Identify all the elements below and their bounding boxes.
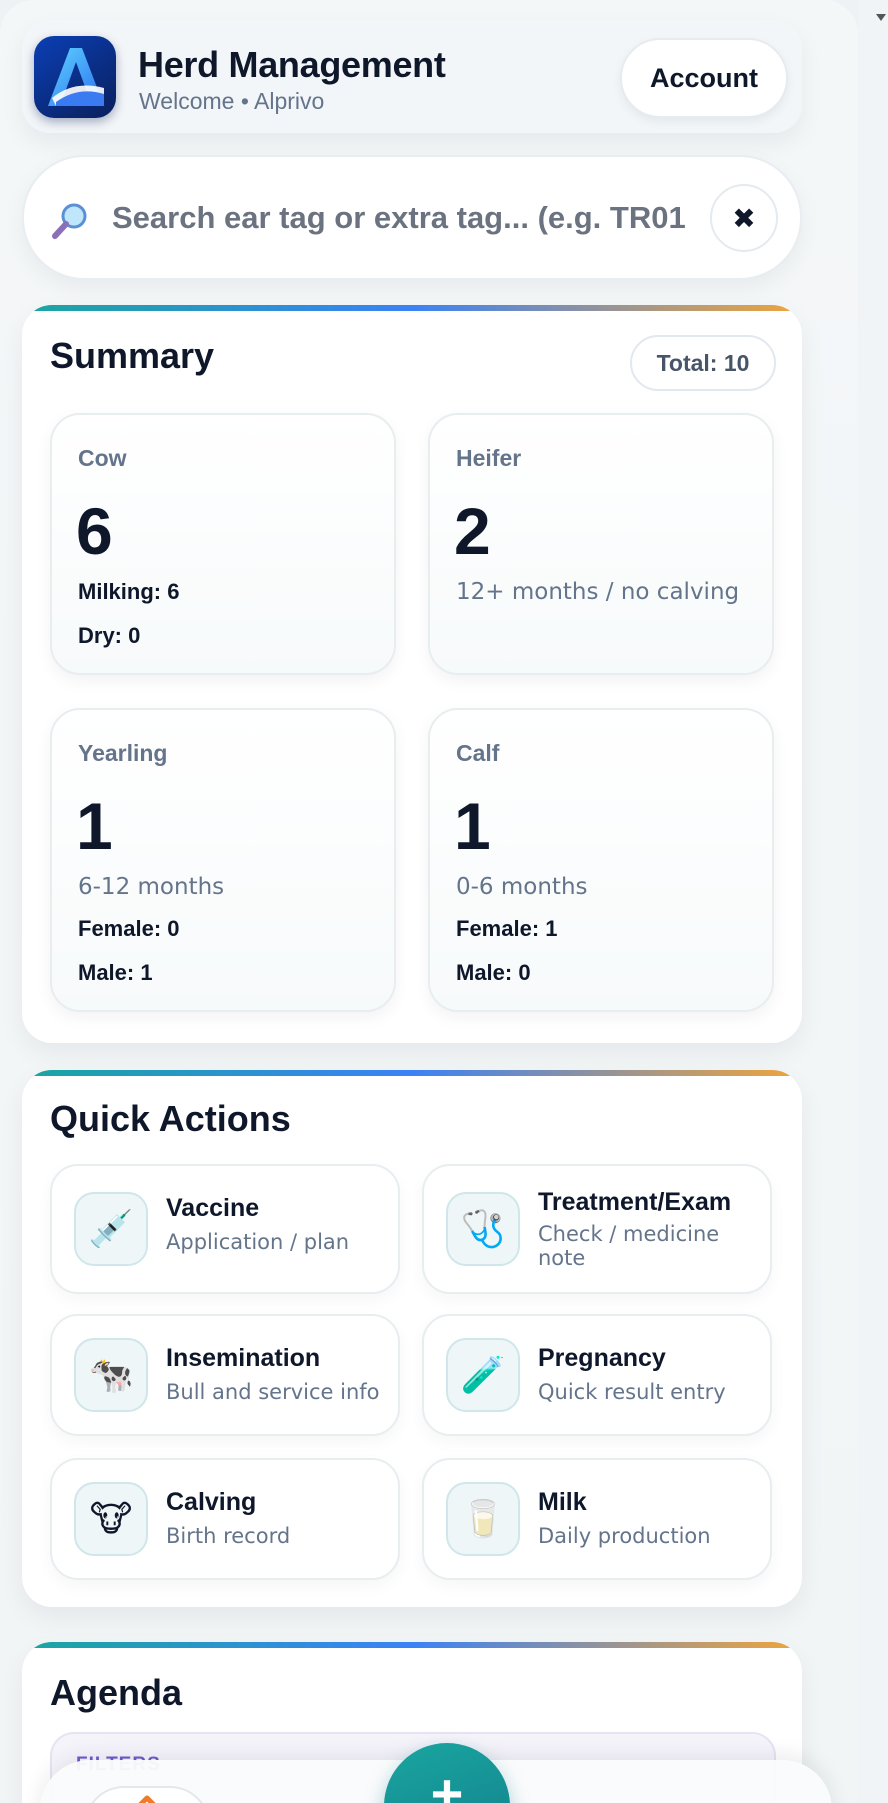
action-desc: Quick result entry xyxy=(538,1380,726,1404)
stat-note: 6-12 months xyxy=(78,874,225,900)
summary-section: Summary Total: 10 Cow 6 Milking: 6 Dry: … xyxy=(22,305,802,1043)
close-icon: ✖ xyxy=(732,202,756,234)
syringe-icon: 💉 xyxy=(74,1192,148,1266)
action-desc: Application / plan xyxy=(166,1230,350,1254)
app-header: Herd Management Welcome • Alprivo Accoun… xyxy=(22,20,802,133)
action-title: Treatment/Exam xyxy=(538,1188,732,1216)
action-title: Insemination xyxy=(166,1344,321,1372)
plus-icon: + xyxy=(430,1762,464,1803)
stat-label: Yearling xyxy=(78,740,168,766)
quick-actions-section: Quick Actions 💉 Vaccine Application / pl… xyxy=(22,1070,802,1607)
stat-card-cow[interactable]: Cow 6 Milking: 6 Dry: 0 xyxy=(50,413,396,675)
window-scroll-edge xyxy=(858,0,888,1803)
stat-label: Heifer xyxy=(456,445,522,471)
summary-title: Summary xyxy=(50,335,215,376)
action-milk-button[interactable]: 🥛 Milk Daily production xyxy=(422,1458,772,1580)
home-icon xyxy=(138,1795,156,1803)
male-count: Male: 1 xyxy=(78,960,153,985)
stat-value: 2 xyxy=(454,494,491,568)
magnifier-icon xyxy=(52,203,87,239)
action-calving-button[interactable]: 🐮 Calving Birth record xyxy=(50,1458,400,1580)
action-insemination-button[interactable]: 🐄 Insemination Bull and service info xyxy=(50,1314,400,1436)
action-title: Vaccine xyxy=(166,1194,260,1222)
nav-home-button[interactable] xyxy=(84,1786,210,1803)
milking-count: Milking: 6 xyxy=(78,579,180,604)
stat-note: 12+ months / no calving xyxy=(456,579,740,605)
action-title: Milk xyxy=(538,1488,587,1516)
stat-value: 1 xyxy=(76,789,113,863)
action-desc: Daily production xyxy=(538,1524,711,1548)
dry-count: Dry: 0 xyxy=(78,623,141,648)
stat-card-yearling[interactable]: Yearling 1 6-12 months Female: 0 Male: 1 xyxy=(50,708,396,1012)
stat-note: 0-6 months xyxy=(456,874,588,900)
scroll-caret-icon[interactable] xyxy=(876,14,886,21)
milk-glass-icon: 🥛 xyxy=(446,1482,520,1556)
cow-face-icon: 🐮 xyxy=(74,1482,148,1556)
test-tube-icon: 🧪 xyxy=(446,1338,520,1412)
app-subtitle: Welcome • Alprivo xyxy=(139,88,325,114)
account-button[interactable]: Account xyxy=(620,38,788,118)
stat-value: 6 xyxy=(76,494,113,568)
quick-actions-title: Quick Actions xyxy=(50,1098,291,1139)
search-input[interactable] xyxy=(112,187,712,249)
male-count: Male: 0 xyxy=(456,960,531,985)
action-desc: Check / medicine note xyxy=(538,1222,720,1270)
female-count: Female: 1 xyxy=(456,916,558,941)
action-title: Calving xyxy=(166,1488,257,1516)
action-desc: Bull and service info xyxy=(166,1380,380,1404)
stat-label: Calf xyxy=(456,740,500,766)
clear-search-button[interactable]: ✖ xyxy=(710,184,778,252)
action-desc: Birth record xyxy=(166,1524,291,1548)
stat-value: 1 xyxy=(454,789,491,863)
action-treatment-button[interactable]: 🩺 Treatment/Exam Check / medicine note xyxy=(422,1164,772,1294)
app-title: Herd Management xyxy=(138,44,446,85)
app-shell: Herd Management Welcome • Alprivo Accoun… xyxy=(0,0,858,1803)
action-pregnancy-button[interactable]: 🧪 Pregnancy Quick result entry xyxy=(422,1314,772,1436)
app-logo-icon xyxy=(34,36,116,118)
stat-card-calf[interactable]: Calf 1 0-6 months Female: 1 Male: 0 xyxy=(428,708,774,1012)
cow-icon: 🐄 xyxy=(74,1338,148,1412)
stethoscope-icon: 🩺 xyxy=(446,1192,520,1266)
action-vaccine-button[interactable]: 💉 Vaccine Application / plan xyxy=(50,1164,400,1294)
action-title: Pregnancy xyxy=(538,1344,666,1372)
agenda-title: Agenda xyxy=(50,1672,183,1713)
total-badge: Total: 10 xyxy=(630,335,776,391)
stat-label: Cow xyxy=(78,445,127,471)
search-bar: ✖ xyxy=(22,155,802,280)
stat-card-heifer[interactable]: Heifer 2 12+ months / no calving xyxy=(428,413,774,675)
female-count: Female: 0 xyxy=(78,916,180,941)
